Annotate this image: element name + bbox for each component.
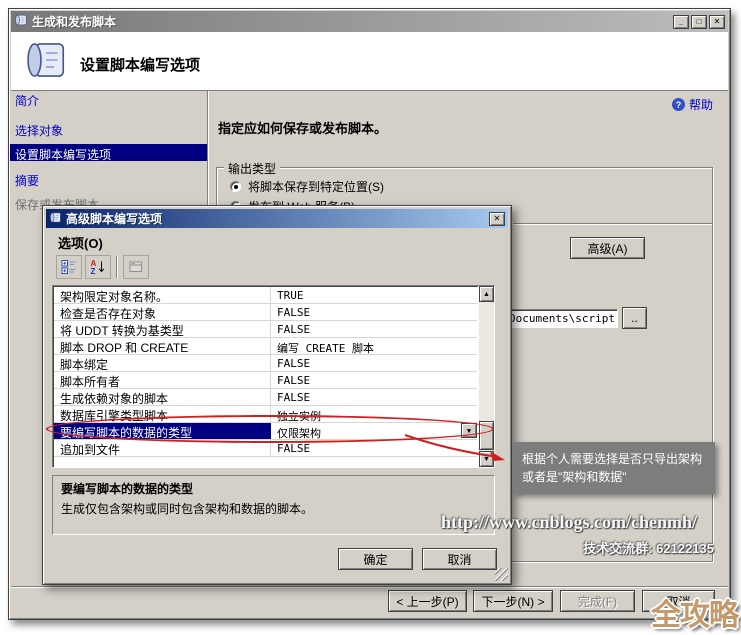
advanced-button[interactable]: 高级(A) <box>570 237 645 259</box>
table-row[interactable]: 脚本 DROP 和 CREATE 编写 CREATE 脚本 <box>54 338 477 355</box>
dialog-title: 高级脚本编写选项 <box>66 210 485 227</box>
options-label: 选项(O) <box>58 233 103 252</box>
property-name[interactable]: 生成依赖对象的脚本 <box>54 389 271 405</box>
radio-save-to-location[interactable]: 将脚本保存到特定位置(S) <box>230 178 384 195</box>
property-value-text: FALSE <box>277 306 310 319</box>
property-value[interactable]: FALSE <box>271 321 477 337</box>
table-row[interactable]: 脚本所有者 FALSE <box>54 372 477 389</box>
scroll-icon <box>14 13 28 30</box>
tooltip-line2: 或者是"架构和数据" <box>522 468 706 486</box>
help-link[interactable]: ? 帮助 <box>672 96 713 113</box>
property-value-text: FALSE <box>277 391 310 404</box>
description-title: 要编写脚本的数据的类型 <box>61 480 486 497</box>
watermark-url: http://www.cnblogs.com/chenmh/ <box>441 512 697 533</box>
table-row[interactable]: 数据库引擎类型脚本 独立实例 <box>54 406 477 423</box>
sidebar-item-summary[interactable]: 摘要 <box>15 172 39 189</box>
property-value[interactable]: FALSE <box>271 355 477 371</box>
property-name[interactable]: 脚本所有者 <box>54 372 271 388</box>
dialog-cancel-button[interactable]: 取消 <box>422 548 497 570</box>
property-name[interactable]: 数据库引擎类型脚本 <box>54 406 271 422</box>
annotation-tooltip: 根据个人需要选择是否只导出架构 或者是"架构和数据" <box>513 442 715 494</box>
dialog-titlebar: 高级脚本编写选项 ✕ <box>46 209 508 228</box>
property-value-text: FALSE <box>277 442 310 455</box>
options-toolbar: AZ <box>56 255 149 279</box>
resize-grip[interactable] <box>495 568 508 581</box>
property-value-text: 独立实例 <box>277 410 321 422</box>
window-title: 生成和发布脚本 <box>32 13 669 30</box>
description-text: 生成仅包含架构或同时包含架构和数据的脚本。 <box>61 500 486 517</box>
instruction-text: 指定应如何保存或发布脚本。 <box>218 118 387 137</box>
table-row[interactable]: 追加到文件 FALSE <box>54 440 477 457</box>
output-type-label: 输出类型 <box>224 160 280 177</box>
table-row[interactable]: 将 UDDT 转换为基类型 FALSE <box>54 321 477 338</box>
scroll-icon-large <box>23 35 69 88</box>
property-name[interactable]: 将 UDDT 转换为基类型 <box>54 321 271 337</box>
sidebar-item-choose-objects[interactable]: 选择对象 <box>15 122 63 139</box>
close-button[interactable]: ✕ <box>709 15 725 29</box>
wizard-header: 设置脚本编写选项 <box>11 32 728 91</box>
property-pages-icon <box>123 255 149 279</box>
property-name[interactable]: 追加到文件 <box>54 440 271 456</box>
property-name[interactable]: 要编写脚本的数据的类型 <box>54 423 271 439</box>
table-row-selected[interactable]: 要编写脚本的数据的类型 仅限架构 ▼ <box>54 423 477 440</box>
minimize-button[interactable]: _ <box>673 15 689 29</box>
scroll-up-icon[interactable]: ▲ <box>479 286 494 302</box>
property-value[interactable]: 独立实例 <box>271 406 477 422</box>
property-value-text: 编写 CREATE 脚本 <box>277 342 374 354</box>
dialog-close-button[interactable]: ✕ <box>489 212 505 226</box>
property-name[interactable]: 架构限定对象名称。 <box>54 287 271 303</box>
browse-button[interactable]: .. <box>622 307 647 329</box>
page-title: 设置脚本编写选项 <box>80 54 200 75</box>
property-name[interactable]: 脚本绑定 <box>54 355 271 371</box>
categorized-icon[interactable] <box>56 255 82 279</box>
groupbox-inner-line <box>513 223 712 225</box>
scrollbar-thumb[interactable] <box>479 421 494 450</box>
toolbar-separator <box>116 256 118 278</box>
sort-alphabetical-icon[interactable]: AZ <box>85 255 111 279</box>
footer-separator <box>11 586 728 588</box>
watermark-logo: 全攻略 <box>651 590 738 634</box>
back-button[interactable]: < 上一步(P) <box>388 590 467 612</box>
table-row[interactable]: 脚本绑定 FALSE <box>54 355 477 372</box>
property-value[interactable]: FALSE <box>271 389 477 405</box>
scroll-down-icon[interactable]: ▼ <box>479 451 494 467</box>
scroll-icon <box>49 211 62 227</box>
property-grid: 架构限定对象名称。 TRUE 检查是否存在对象 FALSE 将 UDDT 转换为… <box>52 285 495 468</box>
value-dropdown-button[interactable]: ▼ <box>461 423 477 438</box>
property-name[interactable]: 脚本 DROP 和 CREATE <box>54 338 271 354</box>
property-value-text: 仅限架构 <box>277 427 321 439</box>
property-value-text: FALSE <box>277 374 310 387</box>
property-description-panel: 要编写脚本的数据的类型 生成仅包含架构或同时包含架构和数据的脚本。 <box>52 475 495 535</box>
watermark-qq-group: 技术交流群: 62122135 <box>583 538 714 557</box>
maximize-button[interactable]: □ <box>691 15 707 29</box>
sidebar-item-scripting-options[interactable]: 设置脚本编写选项 <box>15 146 111 163</box>
next-button[interactable]: 下一步(N) > <box>473 590 553 612</box>
ok-button[interactable]: 确定 <box>338 548 413 570</box>
grid-scrollbar[interactable]: ▲ ▼ <box>478 286 494 467</box>
property-name[interactable]: 检查是否存在对象 <box>54 304 271 320</box>
finish-button: 完成(F) <box>560 590 635 612</box>
property-value-text: TRUE <box>277 289 304 302</box>
radio-save-label: 将脚本保存到特定位置(S) <box>248 178 384 195</box>
table-row[interactable]: 生成依赖对象的脚本 FALSE <box>54 389 477 406</box>
property-value-text: FALSE <box>277 323 310 336</box>
svg-text:Z: Z <box>91 267 96 275</box>
table-row[interactable]: 检查是否存在对象 FALSE <box>54 304 477 321</box>
table-row[interactable]: 架构限定对象名称。 TRUE <box>54 287 477 304</box>
help-icon: ? <box>672 98 685 111</box>
file-path-value: \Documents\script <box>502 312 617 325</box>
property-value[interactable]: TRUE <box>271 287 477 303</box>
sidebar-item-intro[interactable]: 简介 <box>15 92 39 109</box>
tooltip-line1: 根据个人需要选择是否只导出架构 <box>522 450 706 468</box>
property-value-text: FALSE <box>277 357 310 370</box>
wizard-titlebar: 生成和发布脚本 _ □ ✕ <box>11 11 728 32</box>
property-value[interactable]: FALSE <box>271 372 477 388</box>
property-value[interactable]: 仅限架构 ▼ <box>271 423 477 439</box>
property-value[interactable]: FALSE <box>271 440 477 456</box>
help-label: 帮助 <box>689 96 713 113</box>
radio-selected-icon <box>230 181 241 192</box>
property-value[interactable]: 编写 CREATE 脚本 <box>271 338 477 354</box>
property-value[interactable]: FALSE <box>271 304 477 320</box>
